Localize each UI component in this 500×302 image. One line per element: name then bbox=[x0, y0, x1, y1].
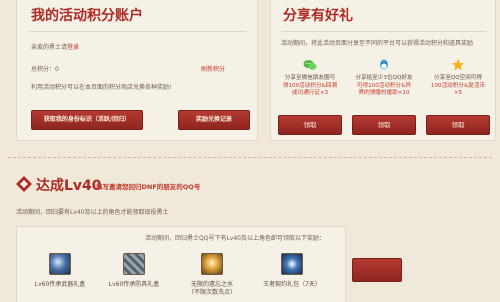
reward-name-line1: 无限的遗忘之水 bbox=[190, 281, 233, 288]
reward-name: Lv60传承防具礼盒 bbox=[108, 281, 160, 288]
share-card-qq-line2: 可得100活动积分&异 bbox=[356, 82, 412, 89]
share-divider bbox=[281, 31, 487, 32]
reward-item: 无限的遗忘之水 （不限次数洗点） bbox=[175, 253, 249, 297]
king-contract-icon bbox=[281, 253, 303, 275]
qzone-star-icon bbox=[452, 59, 464, 71]
reward-item: Lv60传承武器礼盒 bbox=[23, 253, 97, 289]
share-card-qzone: 分享至QQ空间可得 100活动积分&复活币 ×5 bbox=[425, 55, 491, 113]
reward-name: Lv60传承武器礼盒 bbox=[34, 281, 86, 288]
reward-description: 活动期间，回归勇士QQ号下有Lv40及以上角色即可领取以下奖励： bbox=[145, 235, 325, 242]
reward-box: 活动期间，回归勇士QQ号下有Lv40及以上角色即可领取以下奖励： Lv60传承武… bbox=[16, 226, 346, 302]
get-identity-button[interactable]: 获取我的身份标识（活跃/回归） bbox=[31, 110, 143, 130]
qq-icon bbox=[380, 59, 388, 70]
login-link[interactable]: 登录 bbox=[67, 44, 79, 51]
reward-item: 王者契约礼包（7天） bbox=[255, 253, 329, 289]
share-title: 分享有好礼 bbox=[283, 8, 353, 24]
share-card-qq: 分享给至少3位QQ好友 可得100活动积分&异 界的馈赠的援助×10 bbox=[351, 55, 417, 113]
share-card-wechat-line1: 分享至微信朋友圈可 bbox=[284, 75, 336, 81]
points-hint: 利用活动积分可以在本页面的积分商店兑换各种奖励! bbox=[31, 84, 172, 91]
share-card-qq-text: 分享给至少3位QQ好友 可得100活动积分&异 界的馈赠的援助×10 bbox=[351, 75, 417, 98]
share-panel: 分享有好礼 活动期间，将此活动页面分享至不同的平台可以获得活动积分和道具奖励 分… bbox=[270, 0, 496, 141]
reward-item: Lv60传承防具礼盒 bbox=[97, 253, 171, 289]
claim-wechat-button[interactable]: 领取 bbox=[278, 115, 342, 135]
share-card-wechat-line3: 成功通行证×3 bbox=[291, 90, 329, 96]
welcome-text: 亲爱的勇士请登录 bbox=[31, 43, 79, 52]
weapon-box-icon bbox=[49, 253, 71, 275]
armor-box-icon bbox=[123, 253, 145, 275]
share-card-qzone-line1: 分享至QQ空间可得 bbox=[434, 75, 482, 81]
total-points: 总积分：0 bbox=[31, 66, 59, 73]
level-badge-icon bbox=[16, 176, 32, 192]
share-card-wechat-text: 分享至微信朋友圈可 得100活动积分&回溯 成功通行证×3 bbox=[277, 75, 343, 98]
forget-water-icon bbox=[201, 253, 223, 275]
refresh-points-link[interactable]: 刷新积分 bbox=[201, 65, 225, 74]
reward-name: 无限的遗忘之水 （不限次数洗点） bbox=[175, 281, 249, 297]
share-card-qq-line1: 分享给至少3位QQ好友 bbox=[355, 75, 413, 81]
share-description: 活动期间，将此活动页面分享至不同的平台可以获得活动积分和道具奖励 bbox=[281, 40, 474, 47]
share-card-qzone-text: 分享至QQ空间可得 100活动积分&复活币 ×5 bbox=[425, 75, 491, 98]
claim-qzone-button[interactable]: 领取 bbox=[426, 115, 490, 135]
points-account-panel: 我的活动积分账户 亲爱的勇士请登录 总积分：0 刷新积分 利用活动积分可以在本页… bbox=[16, 0, 258, 141]
share-card-wechat: 分享至微信朋友圈可 得100活动积分&回溯 成功通行证×3 bbox=[277, 55, 343, 113]
claim-reward-button[interactable] bbox=[352, 258, 402, 282]
share-card-qq-line3: 界的馈赠的援助×10 bbox=[358, 90, 410, 96]
reward-name-line2: （不限次数洗点） bbox=[187, 289, 236, 296]
invite-friend-link[interactable]: 填写邀请您回归DNF的朋友的QQ号 bbox=[96, 181, 200, 191]
account-title: 我的活动积分账户 bbox=[31, 8, 143, 24]
exchange-records-button[interactable]: 奖励兑换记录 bbox=[178, 110, 250, 130]
level-description: 活动期间，回归要有Lv40及以上的角色才能领取现役勇士 bbox=[16, 209, 169, 216]
level-title: 达成Lv40 bbox=[36, 178, 102, 194]
section-divider bbox=[8, 157, 492, 158]
claim-qq-button[interactable]: 领取 bbox=[352, 115, 416, 135]
reward-name: 王者契约礼包（7天） bbox=[263, 281, 321, 288]
share-card-qzone-line3: ×5 bbox=[453, 90, 463, 96]
account-divider bbox=[29, 31, 247, 32]
wechat-icon bbox=[303, 60, 317, 70]
welcome-prefix: 亲爱的勇士请 bbox=[31, 44, 68, 51]
share-card-wechat-line2: 得100活动积分&回溯 bbox=[282, 82, 338, 89]
share-card-qzone-line2: 100活动积分&复活币 bbox=[430, 82, 486, 89]
